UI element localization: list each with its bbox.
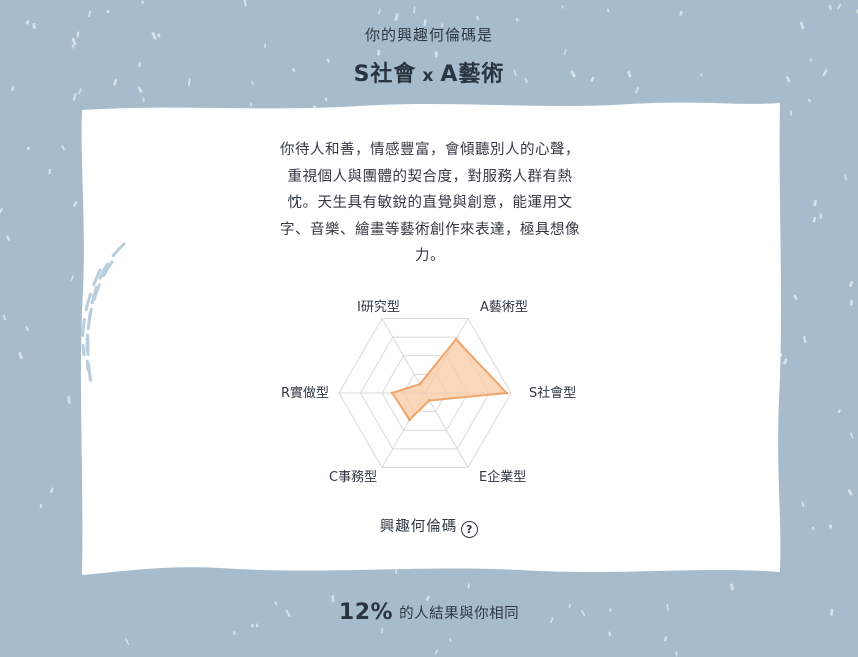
radar-data-point xyxy=(505,391,509,395)
radar-data-point xyxy=(427,398,431,402)
radar-chart: I研究型 A藝術型 S社會型 E企業型 C事務型 R實做型 xyxy=(250,288,610,488)
question-circle-icon[interactable]: ? xyxy=(461,521,479,538)
axis-label-a: A藝術型 xyxy=(480,300,528,315)
axis-label-s: S社會型 xyxy=(529,386,577,401)
radar-data-point xyxy=(408,418,412,422)
match-percent: 12% xyxy=(338,600,394,625)
axis-label-r: R實做型 xyxy=(281,386,330,401)
axis-label-i: I研究型 xyxy=(357,300,400,315)
radar-data-point xyxy=(390,391,394,395)
result-description: 你待人和善，情感豐富，會傾聽別人的心聲，重視個人與團體的契合度，對服務人群有熱忱… xyxy=(280,142,580,264)
match-stat: 12% 的人結果與你相同 xyxy=(0,600,858,625)
axis-label-c: C事務型 xyxy=(329,470,378,485)
match-text: 的人結果與你相同 xyxy=(399,606,520,622)
radar-data-area xyxy=(391,338,508,421)
radar-data-point xyxy=(418,382,422,386)
radar-data-point xyxy=(454,337,458,341)
axis-label-e: E企業型 xyxy=(479,470,527,485)
holland-code-label: 興趣何倫碼? xyxy=(0,515,858,538)
holland-code-text: 興趣何倫碼 xyxy=(379,519,458,535)
